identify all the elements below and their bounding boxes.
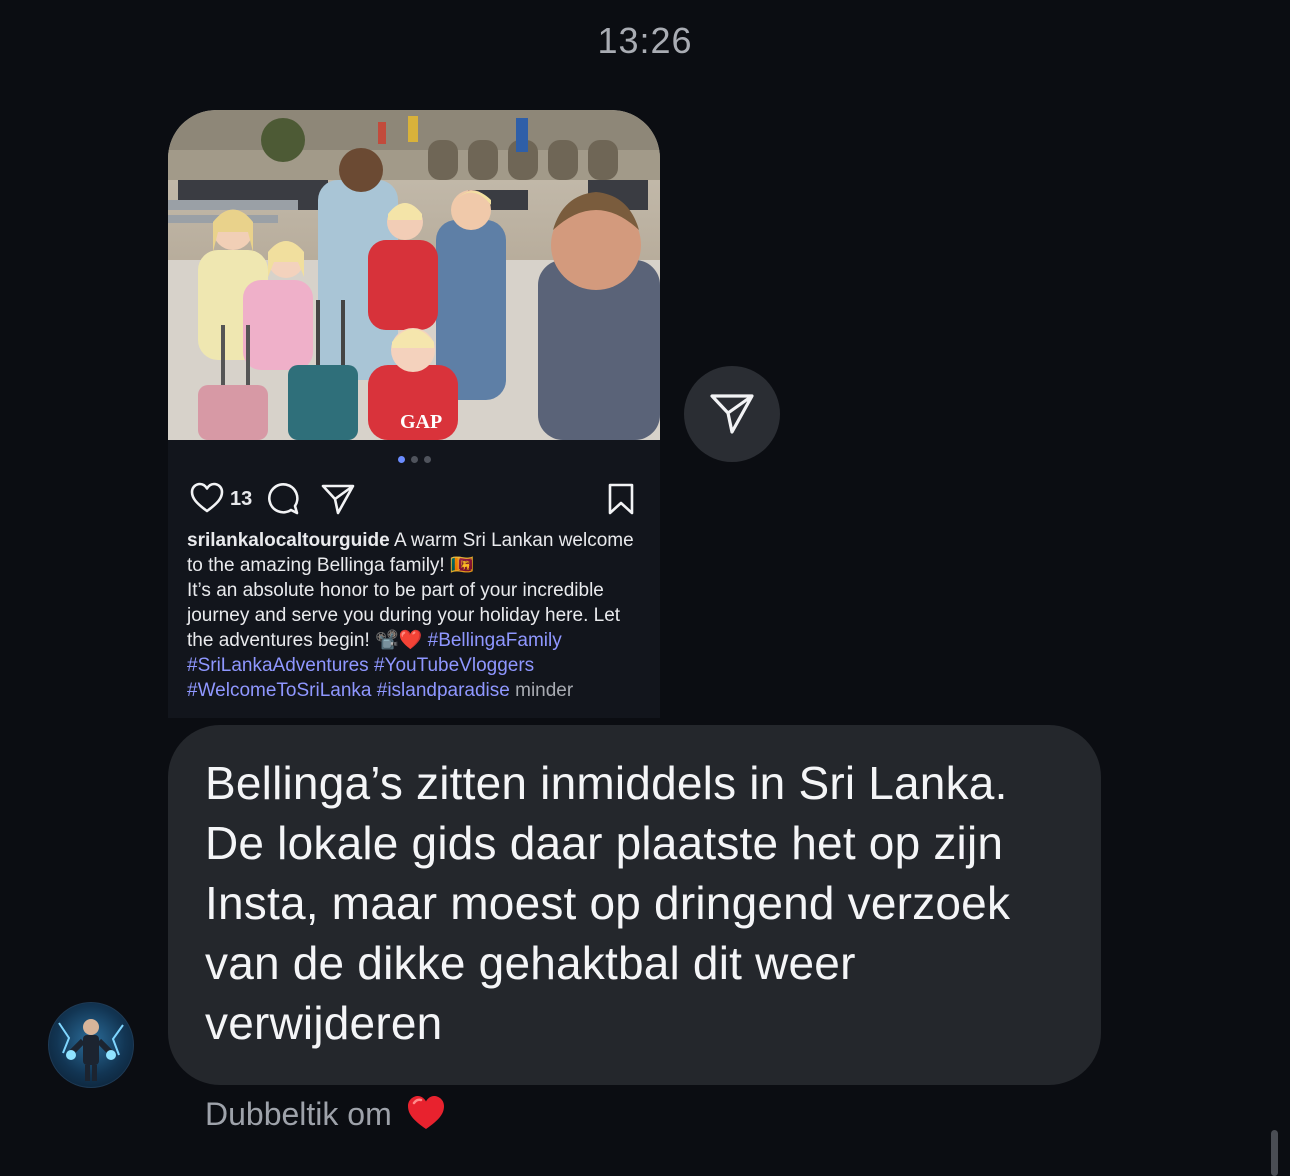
message-text: Bellinga’s zitten inmiddels in Sri Lanka… [205, 757, 1011, 1049]
hashtag[interactable]: #SriLankaAdventures [187, 655, 369, 676]
double-tap-hint: Dubbeltik om [205, 1094, 446, 1134]
send-icon [710, 394, 754, 434]
carousel-dot [423, 456, 431, 463]
shirt-logo: GAP [400, 411, 442, 433]
carousel-dot [410, 456, 418, 463]
message-timestamp: 13:26 [597, 20, 693, 61]
like-count: 13 [230, 488, 253, 510]
hashtag[interactable]: #islandparadise [377, 680, 510, 701]
bookmark-icon[interactable] [606, 482, 636, 521]
red-heart-icon[interactable] [406, 1094, 446, 1134]
post-username[interactable]: srilankalocaltourguide [187, 530, 390, 551]
post-photo[interactable]: GAP [168, 110, 660, 440]
carousel-indicator [168, 456, 660, 463]
shared-post-card[interactable]: GAP 13 srilankalocaltourguide A warm Sri… [168, 110, 660, 718]
post-actions: 13 [186, 480, 646, 520]
hashtag[interactable]: #BellingaFamily [428, 630, 562, 651]
heart-icon[interactable] [190, 482, 224, 519]
hint-label: Dubbeltik om [205, 1095, 392, 1132]
forward-post-button[interactable] [684, 366, 780, 462]
avatar-illustration [58, 1019, 124, 1081]
show-less-link[interactable]: minder [515, 680, 573, 701]
scrollbar[interactable] [1271, 1130, 1278, 1176]
message-bubble[interactable]: Bellinga’s zitten inmiddels in Sri Lanka… [168, 725, 1101, 1085]
share-icon[interactable] [320, 482, 356, 521]
hashtag[interactable]: #YouTubeVloggers [374, 655, 534, 676]
carousel-dot [397, 456, 405, 463]
post-caption: srilankalocaltourguide A warm Sri Lankan… [187, 528, 647, 703]
comment-icon[interactable] [266, 482, 300, 521]
hashtag[interactable]: #WelcomeToSriLanka [187, 680, 371, 701]
sender-avatar[interactable] [48, 1002, 134, 1088]
photo-illustration: GAP [168, 110, 660, 440]
